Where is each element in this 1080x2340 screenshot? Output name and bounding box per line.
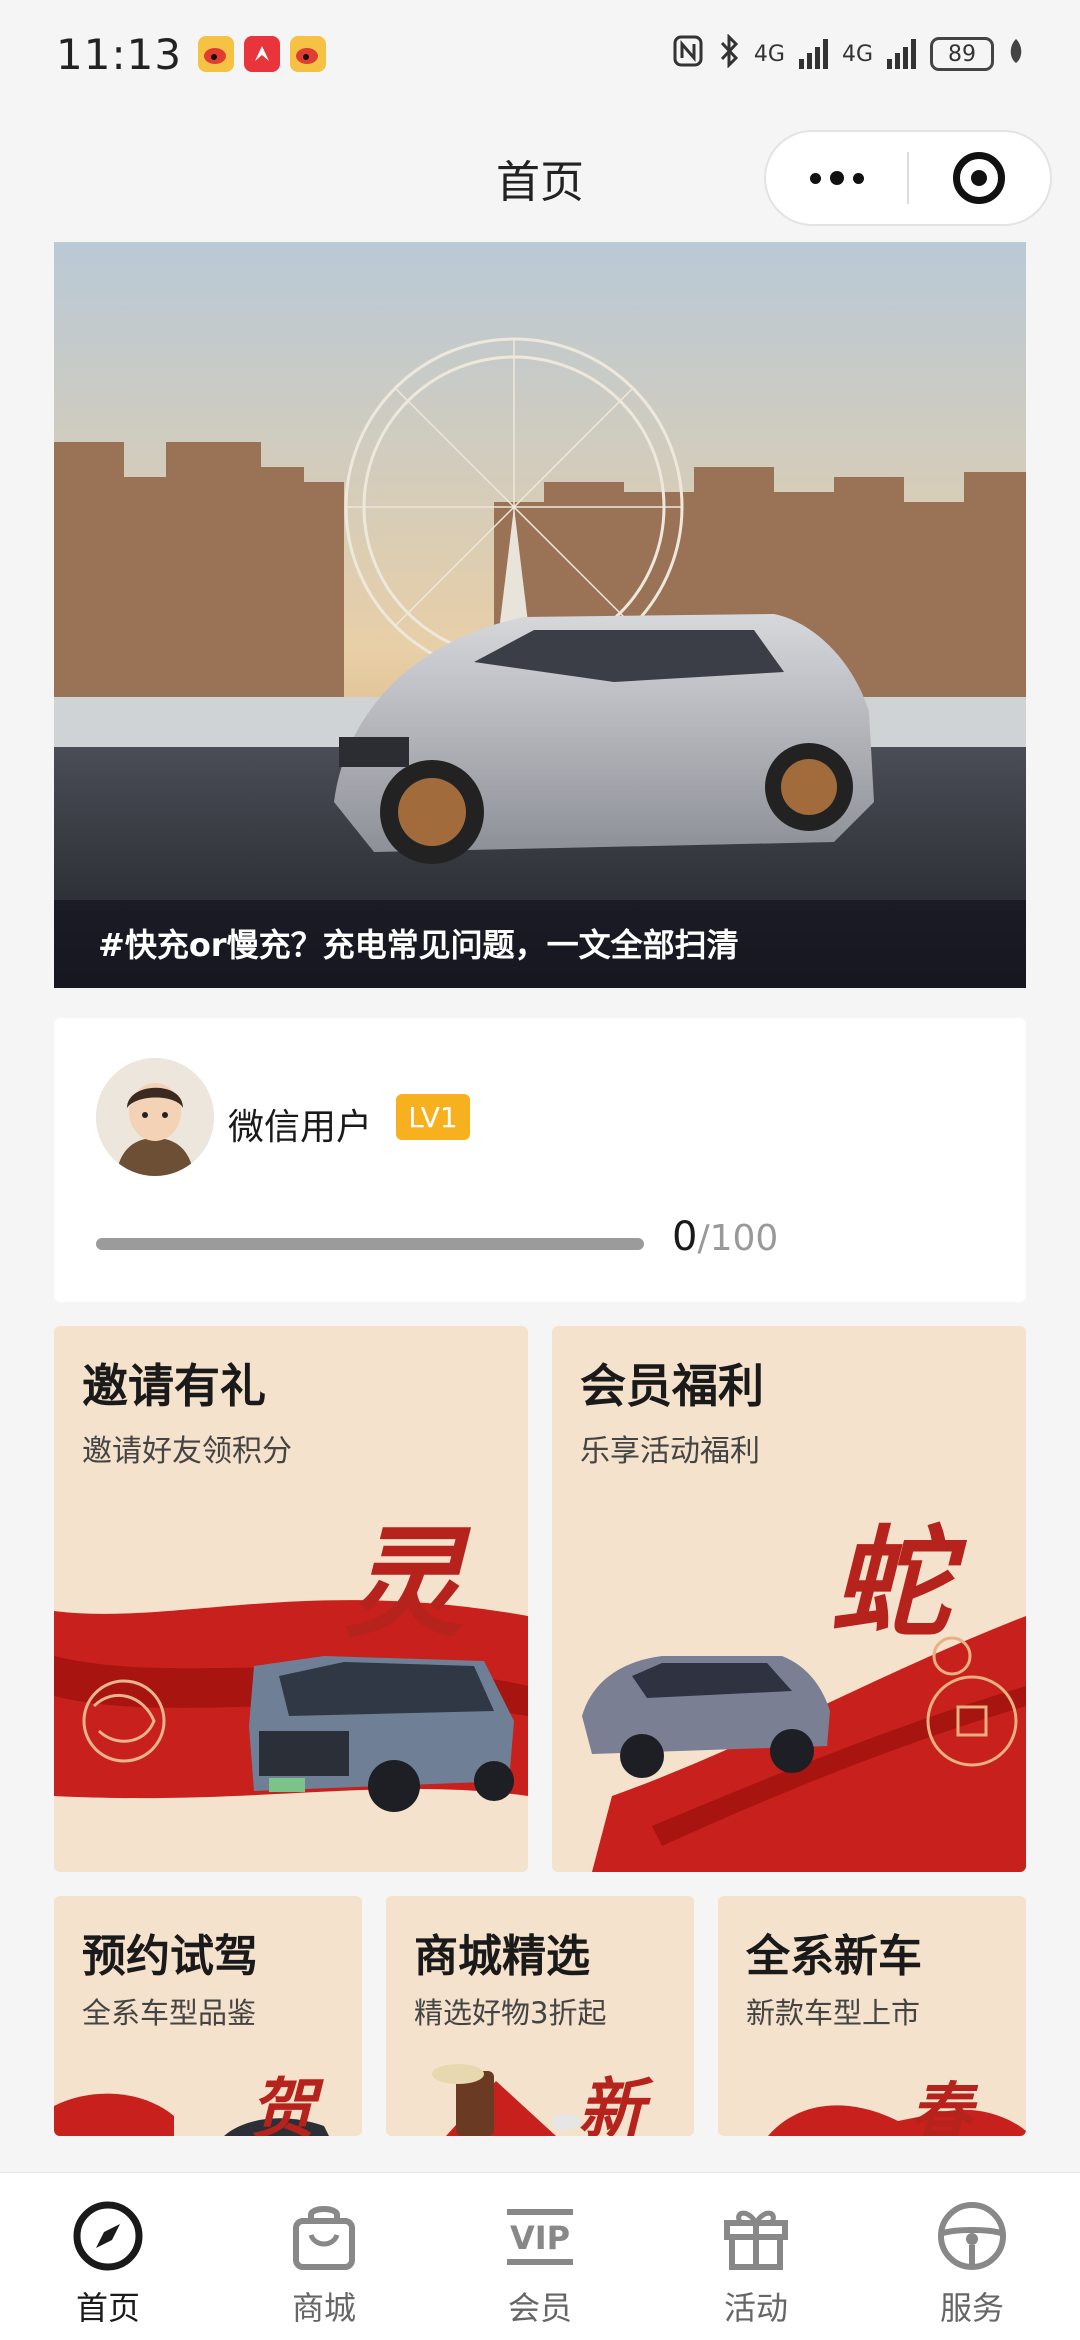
weibo-icon [198,36,235,72]
vip-icon: VIP [501,2197,579,2275]
festive-char: 蛇 [830,1513,950,1654]
miniprogram-capsule [764,130,1052,226]
weibo-icon [290,36,327,72]
tab-label: 活动 [723,2289,788,2327]
festive-char: 新 [578,2070,644,2136]
leaf-icon [1008,37,1024,71]
invite-card-title: 邀请有礼 [82,1359,266,1413]
member-card-title: 会员福利 [580,1359,764,1413]
network-label-1: 4G [753,41,785,67]
banner-caption: #快充or慢充？充电常见问题，一文全部扫清 [98,926,739,964]
member-card-subtitle: 乐享活动福利 [580,1434,760,1469]
signal-icon [798,39,828,69]
notification-icons [198,36,327,72]
test-drive-card[interactable]: 贺 预约试驾 全系车型品鉴 [54,1896,362,2136]
points-progress-text: 0/100 [672,1214,778,1260]
system-status: 4G 4G 89 [672,33,1024,74]
svg-text:VIP: VIP [510,2219,570,2257]
member-benefits-card[interactable]: 蛇 会员福利 乐享活动福利 [552,1326,1026,1872]
new-cars-card-subtitle: 新款车型上市 [746,1996,921,2030]
tab-label: 商城 [291,2289,356,2327]
mall-picks-card[interactable]: 新 商城精选 精选好物3折起 [386,1896,694,2136]
new-cars-card-title: 全系新车 [746,1931,922,1982]
network-label-2: 4G [841,41,873,67]
banner-image [54,242,1026,988]
nfc-icon [672,34,704,74]
mall-picks-card-subtitle: 精选好物3折起 [414,1996,607,2030]
festive-char: 春 [910,2075,973,2136]
test-drive-card-subtitle: 全系车型品鉴 [82,1996,257,2030]
steering-wheel-icon [933,2197,1011,2275]
invite-card-subtitle: 邀请好友领积分 [82,1434,292,1469]
points-total: /100 [697,1218,779,1259]
status-bar: 11:13 4G 4G 89 [0,0,1080,108]
festive-char: 贺 [250,2070,316,2136]
tab-label: 首页 [75,2289,140,2327]
shopping-bag-icon [285,2197,363,2275]
tab-service[interactable]: 服务 [864,2173,1080,2340]
new-cars-card[interactable]: 春 全系新车 新款车型上市 [718,1896,1026,2136]
tab-label: 会员 [507,2289,572,2327]
tab-home[interactable]: 首页 [0,2173,216,2340]
more-dots-icon [829,171,844,185]
invite-card[interactable]: 灵 邀请有礼 邀请好友领积分 [54,1326,528,1872]
points-progress-bar [96,1238,644,1250]
more-dots-icon [852,172,864,184]
battery-indicator: 89 [930,37,994,71]
avatar[interactable] [96,1058,214,1176]
tab-label: 服务 [939,2289,1004,2327]
level-badge: LV1 [396,1094,470,1140]
close-miniprogram-button[interactable] [909,132,1050,224]
signal-icon [887,39,916,69]
test-drive-card-title: 预约试驾 [82,1931,258,1982]
more-button[interactable] [766,132,907,224]
status-time: 11:13 [56,29,183,79]
points-current: 0 [672,1214,698,1260]
more-dots-icon [809,172,821,184]
festive-char: 灵 [344,1513,464,1654]
tab-activities[interactable]: 活动 [648,2173,864,2340]
mall-picks-card-title: 商城精选 [414,1931,590,1982]
nav-bar: 首页 [0,108,1080,242]
user-card[interactable]: 微信用户 LV1 0/100 [54,1018,1026,1302]
compass-icon [69,2197,147,2275]
tab-mall[interactable]: 商城 [216,2173,432,2340]
tab-vip[interactable]: VIP 会员 [432,2173,648,2340]
app-notification-icon [244,36,281,72]
bluetooth-icon [718,33,740,74]
user-name: 微信用户 [228,1107,373,1148]
gift-icon [717,2197,795,2275]
target-icon [953,152,1006,204]
hero-banner[interactable]: #快充or慢充？充电常见问题，一文全部扫清 [54,242,1026,988]
bottom-tab-bar: 首页 商城 VIP 会员 活动 服务 [0,2172,1080,2340]
